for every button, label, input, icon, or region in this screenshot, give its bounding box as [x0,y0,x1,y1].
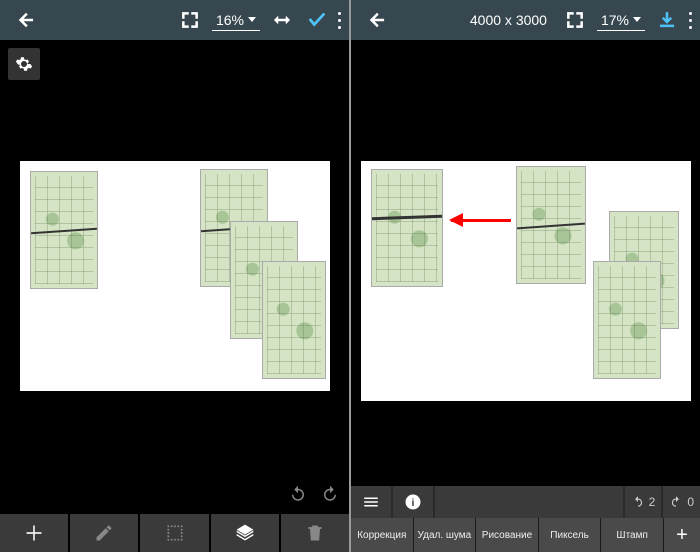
fullscreen-icon[interactable] [178,8,202,32]
confirm-button[interactable] [306,8,328,33]
map-tile [593,261,661,379]
tool-stamp[interactable]: Штамп [601,518,663,552]
zoom-dropdown[interactable]: 17% [597,10,645,31]
spacer [435,486,623,518]
tool-noise-removal[interactable]: Удал. шума [414,518,476,552]
map-tile [371,169,443,287]
edit-button[interactable] [70,514,138,552]
right-bottombar: i 2 0 Коррекция Удал. шума Рисование Пик… [351,486,700,552]
swap-button[interactable] [270,8,294,32]
undo-icon[interactable] [289,485,307,508]
map-tile [516,166,586,284]
zoom-value: 17% [601,12,629,28]
info-button[interactable]: i [393,486,433,518]
layers-button[interactable] [211,514,279,552]
canvas-sheet [361,161,691,401]
zoom-value: 16% [216,12,244,28]
add-button[interactable] [0,514,68,552]
left-bottombar [0,480,349,552]
annotation-arrow [451,219,511,222]
more-menu[interactable] [338,10,341,31]
back-button[interactable] [14,8,38,32]
crop-button[interactable] [140,514,208,552]
image-dimensions: 4000 x 3000 [470,12,547,28]
tool-pixel[interactable]: Пиксель [539,518,601,552]
svg-text:i: i [412,497,415,509]
tool-drawing[interactable]: Рисование [476,518,538,552]
left-topbar: 16% [0,0,349,40]
right-canvas[interactable] [351,40,700,552]
tool-add[interactable]: + [664,518,700,552]
canvas-sheet [20,161,330,391]
tool-correction[interactable]: Коррекция [351,518,413,552]
more-menu[interactable] [689,10,692,31]
redo-button[interactable]: 0 [663,486,700,518]
redo-count: 0 [687,495,694,509]
download-button[interactable] [655,8,679,32]
redo-icon[interactable] [321,485,339,508]
left-canvas[interactable] [0,40,349,552]
back-button[interactable] [365,8,389,32]
map-tile [262,261,326,379]
map-tile [30,171,98,289]
menu-button[interactable] [351,486,391,518]
zoom-dropdown[interactable]: 16% [212,10,260,31]
fullscreen-icon[interactable] [563,8,587,32]
undo-count: 2 [649,495,656,509]
undo-button[interactable]: 2 [625,486,662,518]
right-topbar: 4000 x 3000 17% [351,0,700,40]
delete-button[interactable] [281,514,349,552]
